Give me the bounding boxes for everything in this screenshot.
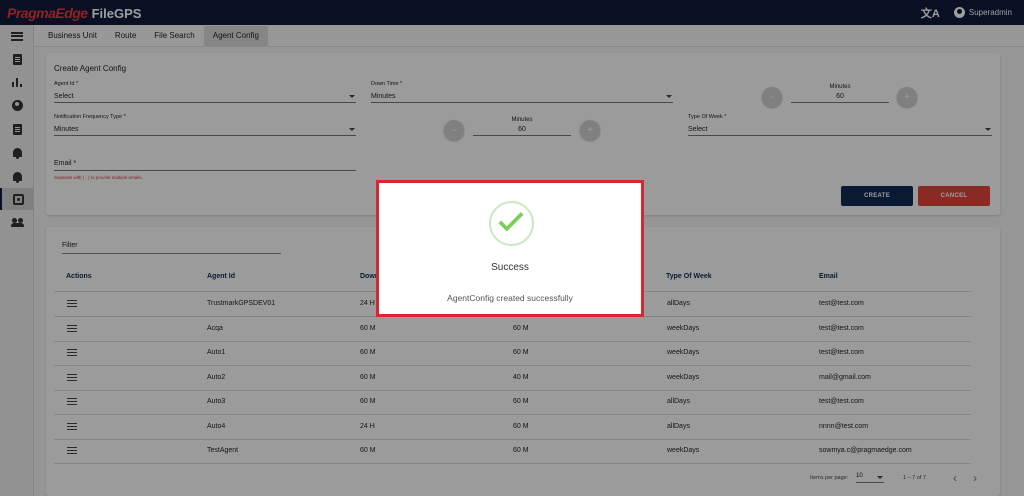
check-icon — [489, 201, 534, 246]
dialog-title: Success — [491, 262, 529, 273]
success-dialog: Success AgentConfig created successfully — [376, 180, 644, 317]
dialog-message: AgentConfig created successfully — [447, 293, 573, 303]
